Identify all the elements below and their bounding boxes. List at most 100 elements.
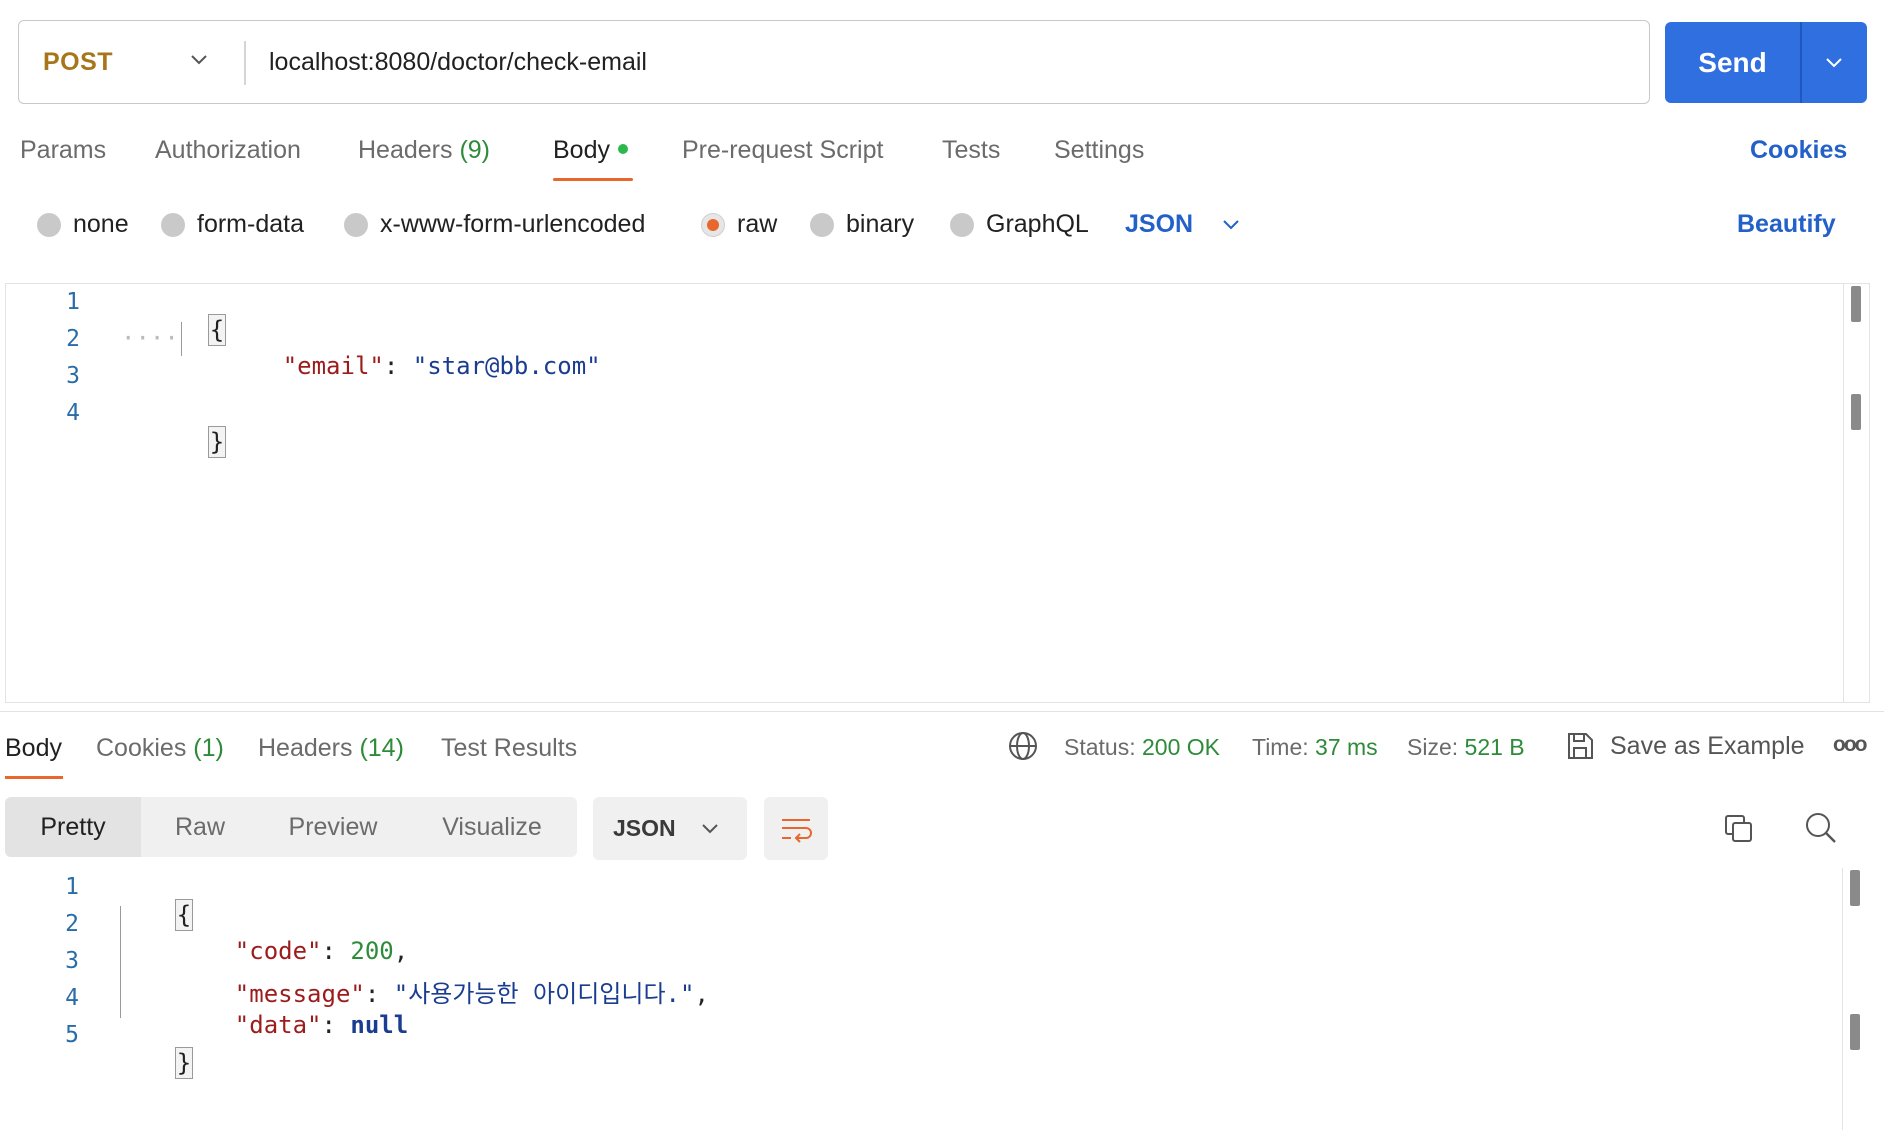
chevron-down-icon	[1223, 219, 1239, 229]
tab-prerequest-script[interactable]: Pre-request Script	[682, 136, 883, 165]
radio-none[interactable]: none	[37, 210, 129, 239]
line-number: 4	[66, 400, 80, 426]
save-as-example-button[interactable]: Save as Example	[1564, 730, 1805, 762]
save-as-example-label: Save as Example	[1610, 731, 1805, 760]
radio-label: x-www-form-urlencoded	[380, 210, 646, 238]
time-readout[interactable]: Time: 37 ms	[1252, 734, 1378, 761]
radio-raw[interactable]: raw	[701, 210, 777, 239]
code-line: "data": null	[234, 1011, 409, 1039]
scrollbar-marker	[1851, 394, 1861, 430]
active-tab-indicator	[553, 178, 633, 181]
size-label: Size:	[1407, 734, 1459, 760]
close-brace: }	[207, 426, 227, 458]
close-brace: }	[174, 1047, 194, 1079]
method-select[interactable]: POST	[19, 21, 244, 103]
radio-binary[interactable]: binary	[810, 210, 914, 239]
tab-body-label: Body	[553, 136, 610, 164]
body-modified-dot	[617, 144, 628, 155]
view-pretty[interactable]: Pretty	[5, 797, 141, 857]
radio-circle-selected	[701, 212, 725, 237]
json-key: "data"	[234, 1011, 322, 1039]
radio-label: GraphQL	[986, 210, 1089, 238]
json-colon: :	[383, 352, 399, 380]
scrollbar-thumb[interactable]	[1851, 286, 1861, 322]
radio-label: form-data	[197, 210, 304, 238]
response-tab-headers-label: Headers	[258, 734, 353, 762]
response-format-select[interactable]: JSON	[593, 797, 747, 860]
response-format-label: JSON	[613, 815, 676, 841]
tab-authorization[interactable]: Authorization	[155, 136, 301, 165]
response-view-segmented: Pretty Raw Preview Visualize	[5, 797, 577, 857]
code-line: }	[121, 398, 227, 486]
view-raw[interactable]: Raw	[141, 797, 259, 857]
radio-label: none	[73, 210, 129, 238]
size-value: 521 B	[1464, 734, 1525, 760]
viewer-ruler	[1842, 868, 1843, 1130]
response-tab-test-results[interactable]: Test Results	[441, 734, 577, 763]
language-label: JSON	[1125, 210, 1194, 238]
json-string: "사용가능한 아이디입니다."	[393, 980, 695, 1008]
line-number: 3	[65, 948, 79, 974]
view-visualize[interactable]: Visualize	[407, 797, 577, 857]
radio-label: binary	[846, 210, 915, 238]
globe-icon[interactable]	[1007, 730, 1039, 762]
copy-icon[interactable]	[1722, 812, 1756, 846]
request-url-bar: POST localhost:8080/doctor/check-email	[18, 20, 1650, 104]
tab-headers-label: Headers	[358, 136, 453, 164]
url-input[interactable]: localhost:8080/doctor/check-email	[269, 21, 647, 103]
size-readout[interactable]: Size: 521 B	[1407, 734, 1525, 761]
tab-headers-count: (9)	[459, 136, 491, 164]
radio-form-data[interactable]: form-data	[161, 210, 304, 239]
radio-graphql[interactable]: GraphQL	[950, 210, 1089, 239]
send-button[interactable]: Send	[1665, 22, 1867, 103]
cookies-link[interactable]: Cookies	[1750, 136, 1847, 165]
language-select[interactable]: JSON	[1125, 210, 1241, 239]
radio-circle	[950, 212, 974, 237]
more-options-icon[interactable]: ooo	[1833, 733, 1868, 757]
time-value: 37 ms	[1315, 734, 1378, 760]
indent-guides: ····	[121, 324, 179, 352]
send-options-button[interactable]	[1801, 22, 1867, 103]
chevron-down-icon	[701, 823, 718, 833]
request-body-editor[interactable]: 1 2 3 4 { ···· "email": "star@bb.com" }	[5, 283, 1870, 703]
line-number: 3	[66, 363, 80, 389]
status-readout[interactable]: Status: 200 OK	[1064, 734, 1220, 761]
send-label: Send	[1698, 46, 1767, 78]
method-label: POST	[43, 47, 114, 76]
chevron-down-icon	[1826, 57, 1842, 67]
line-number: 1	[65, 874, 79, 900]
status-value: 200 OK	[1142, 734, 1220, 760]
word-wrap-button[interactable]	[764, 797, 828, 860]
beautify-button[interactable]: Beautify	[1737, 210, 1836, 239]
response-body-viewer[interactable]: 1 2 3 4 5 { "code": 200, "message": "사용가…	[5, 868, 1870, 1130]
url-divider	[244, 41, 246, 85]
pane-divider[interactable]	[0, 711, 1884, 712]
wrap-lines-icon	[782, 818, 812, 843]
radio-urlencoded[interactable]: x-www-form-urlencoded	[344, 210, 645, 239]
view-preview[interactable]: Preview	[259, 797, 407, 857]
search-icon[interactable]	[1803, 810, 1839, 846]
chevron-down-icon	[191, 55, 207, 65]
response-tab-body[interactable]: Body	[5, 734, 62, 763]
tab-body[interactable]: Body	[553, 136, 628, 165]
response-tab-cookies-count: (1)	[193, 734, 224, 762]
json-string: "star@bb.com"	[412, 352, 601, 380]
radio-circle	[344, 212, 368, 237]
tab-tests[interactable]: Tests	[942, 136, 1000, 165]
code-line: "email": "star@bb.com"	[196, 324, 601, 408]
radio-circle	[161, 212, 185, 237]
line-number: 2	[66, 326, 80, 352]
line-number: 4	[65, 985, 79, 1011]
tab-params[interactable]: Params	[20, 136, 106, 165]
line-number: 2	[65, 911, 79, 937]
response-tab-headers[interactable]: Headers (14)	[258, 734, 404, 763]
json-key: "email"	[282, 352, 384, 380]
tab-headers[interactable]: Headers (9)	[358, 136, 490, 165]
code-line: }	[117, 1019, 194, 1107]
scrollbar-marker	[1850, 1014, 1860, 1050]
line-number: 5	[65, 1022, 79, 1048]
radio-label: raw	[737, 210, 778, 238]
scrollbar-thumb[interactable]	[1850, 870, 1860, 906]
response-tab-cookies[interactable]: Cookies (1)	[96, 734, 224, 763]
tab-settings[interactable]: Settings	[1054, 136, 1144, 165]
